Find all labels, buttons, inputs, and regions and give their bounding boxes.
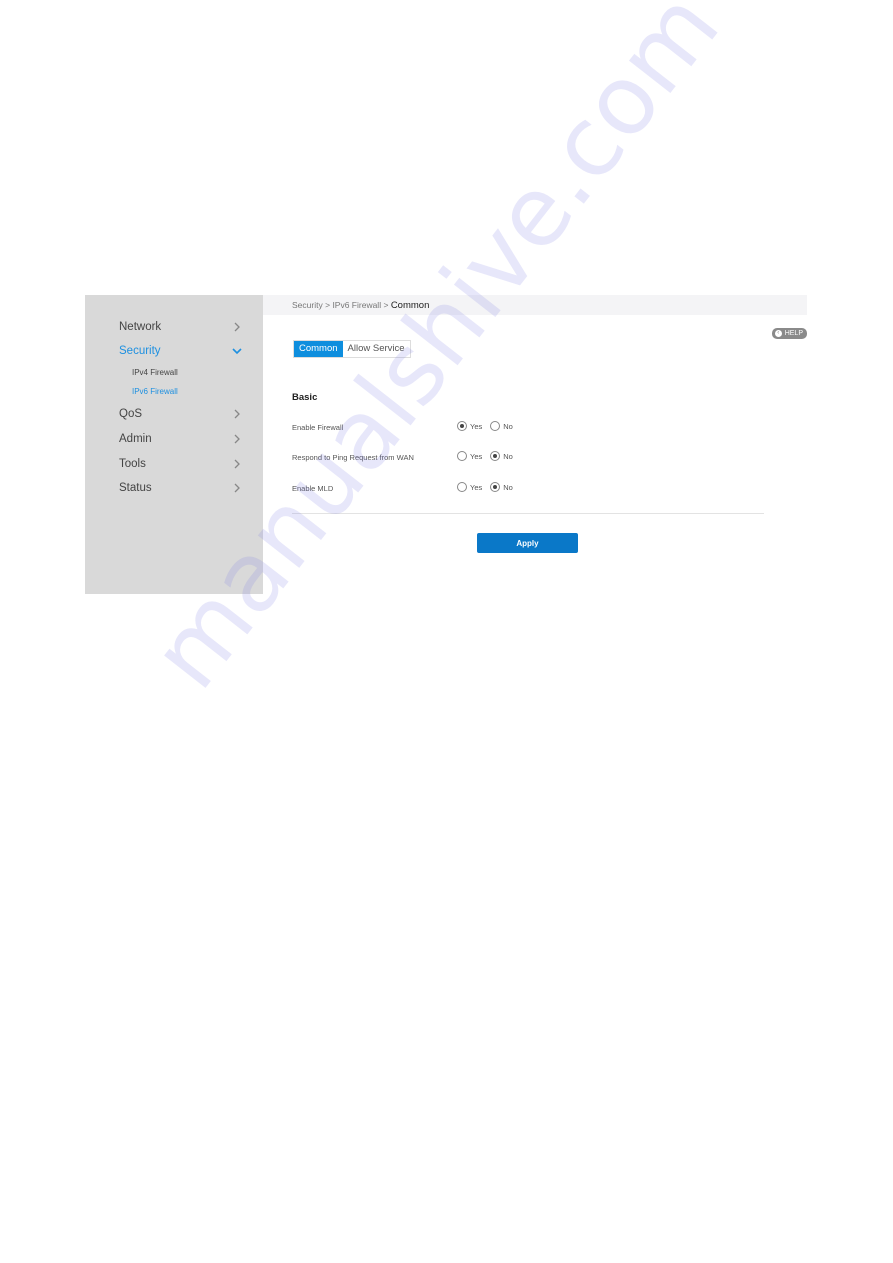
sidebar-item-status[interactable]: Status xyxy=(119,480,244,500)
sidebar-item-label: Status xyxy=(119,482,152,494)
sidebar: Network Security IPv4 Firewall IPv6 Fire… xyxy=(85,295,263,594)
breadcrumb: Security > IPv6 Firewall > Common xyxy=(263,295,807,315)
radio-label: No xyxy=(503,482,513,492)
sidebar-item-label: QoS xyxy=(119,408,143,420)
radio-group: Yes No xyxy=(457,451,513,461)
help-label: HELP xyxy=(784,330,803,337)
chevron-right-icon xyxy=(234,409,240,419)
sidebar-subitem-ipv6-firewall[interactable]: IPv6 Firewall xyxy=(132,387,178,396)
sidebar-item-network[interactable]: Network xyxy=(119,319,244,339)
sidebar-item-qos[interactable]: QoS xyxy=(119,406,244,426)
sidebar-item-security[interactable]: Security xyxy=(119,343,244,363)
breadcrumb-item[interactable]: IPv6 Firewall xyxy=(332,300,381,310)
radio-circle[interactable] xyxy=(490,482,501,492)
radio-yes[interactable]: Yes xyxy=(457,421,482,431)
sidebar-item-admin[interactable]: Admin xyxy=(119,431,244,451)
radio-circle[interactable] xyxy=(457,482,467,492)
sidebar-item-label: Network xyxy=(119,321,162,333)
radio-label: Yes xyxy=(470,482,483,492)
chevron-right-icon xyxy=(234,483,240,493)
help-button[interactable]: ‹ HELP xyxy=(771,328,807,339)
breadcrumb-current: Common xyxy=(390,300,430,311)
sidebar-item-label: Tools xyxy=(119,458,146,470)
sidebar-item-tools[interactable]: Tools xyxy=(119,456,244,476)
apply-button[interactable]: Apply xyxy=(477,533,578,553)
help-back-icon: ‹ xyxy=(774,330,782,337)
chevron-right-icon xyxy=(234,322,240,332)
radio-circle[interactable] xyxy=(490,421,501,431)
tab-bar: Common Allow Service xyxy=(293,340,411,358)
radio-label: Yes xyxy=(470,421,483,431)
setting-enable-mld: Enable MLD Yes No xyxy=(292,482,552,496)
main-content: Security > IPv6 Firewall > Common ‹ HELP… xyxy=(263,295,807,594)
setting-respond-ping-wan: Respond to Ping Request from WAN Yes No xyxy=(292,451,552,465)
router-admin-app: Network Security IPv4 Firewall IPv6 Fire… xyxy=(85,295,807,594)
radio-circle[interactable] xyxy=(457,421,467,431)
radio-label: No xyxy=(503,421,513,431)
radio-group: Yes No xyxy=(457,482,513,492)
setting-enable-firewall: Enable Firewall Yes No xyxy=(292,421,552,435)
radio-yes[interactable]: Yes xyxy=(457,482,482,492)
chevron-right-icon xyxy=(234,459,240,469)
radio-circle[interactable] xyxy=(490,451,501,461)
setting-label: Respond to Ping Request from WAN xyxy=(292,453,414,462)
radio-label: No xyxy=(503,451,513,461)
chevron-right-icon xyxy=(234,434,240,444)
section-title: Basic xyxy=(292,392,318,403)
radio-no[interactable]: No xyxy=(490,421,513,431)
tab-allow-service[interactable]: Allow Service xyxy=(342,341,410,357)
setting-label: Enable MLD xyxy=(292,484,334,493)
radio-no[interactable]: No xyxy=(490,482,513,492)
radio-label: Yes xyxy=(470,451,483,461)
chevron-down-icon xyxy=(232,348,242,355)
breadcrumb-separator: > xyxy=(383,300,389,310)
setting-label: Enable Firewall xyxy=(292,423,344,432)
tab-common[interactable]: Common xyxy=(294,341,343,357)
radio-circle[interactable] xyxy=(457,451,467,461)
sidebar-subitem-ipv4-firewall[interactable]: IPv4 Firewall xyxy=(132,368,178,377)
breadcrumb-item[interactable]: Security xyxy=(292,300,323,310)
sidebar-item-label: Security xyxy=(119,345,161,357)
breadcrumb-separator: > xyxy=(325,300,331,310)
radio-yes[interactable]: Yes xyxy=(457,451,482,461)
divider xyxy=(292,513,764,514)
radio-no[interactable]: No xyxy=(490,451,513,461)
sidebar-item-label: Admin xyxy=(119,433,152,445)
radio-group: Yes No xyxy=(457,421,513,431)
